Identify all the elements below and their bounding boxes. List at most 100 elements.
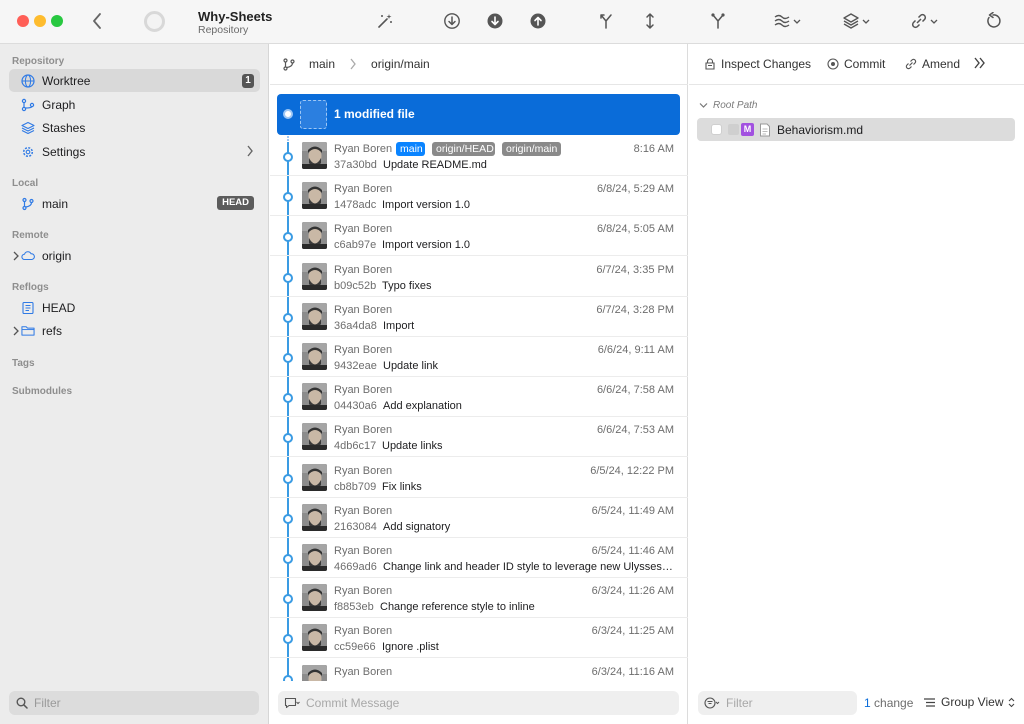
commit-node-icon	[283, 272, 293, 283]
sidebar-item-label: main	[42, 196, 69, 211]
push-icon[interactable]	[528, 10, 548, 32]
section-label-reflogs: Reflogs	[12, 282, 49, 293]
commit-date: 6/8/24, 5:05 AM	[596, 223, 674, 236]
sidebar-item-origin[interactable]: origin	[9, 244, 260, 267]
merge-icon[interactable]	[596, 10, 616, 32]
sidebar-item-label: HEAD	[42, 300, 76, 315]
group-view-button[interactable]: Group View	[923, 695, 1015, 709]
commit-author: Ryan Boren	[334, 183, 393, 196]
commit-message: Import version 1.0	[382, 199, 471, 212]
avatar	[302, 544, 327, 571]
commit-label: Commit	[844, 57, 886, 71]
branch-tag[interactable]: main	[396, 142, 425, 156]
branch-tag[interactable]: origin/HEAD	[432, 142, 495, 156]
log-icon	[21, 301, 35, 315]
commit-author: Ryan Boren	[334, 464, 393, 477]
layers-menu-icon[interactable]	[842, 10, 872, 32]
uncommitted-changes-row[interactable]: 1 modified file	[277, 94, 680, 135]
sidebar-item-graph[interactable]: Graph	[9, 93, 260, 116]
changes-filter-input[interactable]	[726, 696, 846, 710]
avatar	[302, 182, 327, 210]
commit-button[interactable]: Commit	[827, 57, 885, 71]
commit-history-pane: main origin/main 1 modified file Ryan Bo…	[270, 44, 688, 724]
search-icon	[16, 697, 28, 709]
disclosure-chevron-icon[interactable]	[11, 250, 21, 261]
commit-message: Import version 1.0	[382, 239, 471, 252]
inspect-changes-button[interactable]: Inspect Changes	[704, 57, 811, 71]
commit-row[interactable]: Ryan Boren 6/5/24, 11:46 AM 4669ad6 Change …	[270, 538, 688, 578]
commit-row[interactable]: Ryan Boren 6/5/24, 12:22 PM cb8b709 Fix lin…	[270, 458, 688, 498]
fork-icon[interactable]	[708, 10, 728, 32]
disclosure-chevron-icon[interactable]	[11, 325, 21, 336]
commit-date: 6/6/24, 9:11 AM	[597, 344, 674, 356]
more-actions-chevron-icon[interactable]	[973, 57, 987, 69]
branch-split-icon[interactable]	[640, 10, 660, 32]
pull-icon[interactable]	[485, 10, 505, 32]
sidebar-item-settings[interactable]: Settings	[9, 140, 260, 163]
list-icon	[923, 697, 936, 708]
commit-date: 6/3/24, 11:16 AM	[591, 665, 674, 678]
commit-row[interactable]: Ryan Boren 6/6/24, 7:58 AM 04430a6 Add expl…	[270, 377, 688, 418]
sidebar-item-refs[interactable]: refs	[9, 319, 260, 342]
commit-row[interactable]: Ryan Boren 6/5/24, 11:49 AM 2163084 Add sig…	[270, 498, 688, 538]
branch-tag[interactable]: origin/main	[502, 142, 561, 156]
root-path-section[interactable]: Root Path	[699, 100, 757, 111]
chevron-right-icon	[349, 58, 357, 70]
close-window-button[interactable]	[17, 15, 29, 27]
commit-row[interactable]: Ryan Boren 6/3/24, 11:26 AM f8853eb Change …	[270, 578, 688, 619]
commit-row[interactable]: Ryan Boren 6/7/24, 3:28 PM 36a4da8 Import	[270, 297, 688, 337]
sidebar-item-stashes[interactable]: Stashes	[9, 116, 260, 139]
zoom-window-button[interactable]	[51, 15, 63, 27]
sidebar-item-main-branch[interactable]: main HEAD	[9, 192, 260, 215]
link-menu-icon[interactable]	[910, 10, 940, 32]
commit-list: Ryan Boren main origin/HEAD origin/main 8:16…	[270, 136, 688, 681]
refresh-icon[interactable]	[983, 10, 1003, 32]
commit-row[interactable]: Ryan Boren 6/6/24, 9:11 AM 9432eae Update l…	[270, 337, 688, 377]
commit-message: Change reference style to inline	[380, 601, 535, 614]
commit-message: Typo fixes	[382, 279, 432, 292]
filter-icon	[704, 697, 720, 709]
sidebar-item-label: Settings	[42, 144, 86, 159]
stack-icon	[21, 121, 35, 135]
commit-node-icon	[283, 433, 293, 444]
commit-node-icon	[283, 312, 293, 323]
commit-message-input[interactable]	[306, 696, 666, 710]
breadcrumb-local-branch[interactable]: main	[309, 57, 335, 71]
back-chevron-icon[interactable]	[86, 10, 108, 32]
commit-date: 6/3/24, 11:26 AM	[591, 585, 674, 598]
sidebar-item-worktree[interactable]: Worktree 1	[9, 69, 260, 92]
sidebar-filter[interactable]	[9, 691, 259, 715]
changes-filter[interactable]	[698, 691, 857, 715]
commit-row[interactable]: Ryan Boren 6/7/24, 3:35 PM b09c52b Typo fix…	[270, 257, 688, 297]
minimize-window-button[interactable]	[34, 15, 46, 27]
magic-wand-icon[interactable]	[375, 10, 395, 32]
stash-menu-icon[interactable]	[773, 10, 803, 32]
message-bubble-icon	[284, 697, 300, 709]
stage-file-checkbox[interactable]	[711, 124, 722, 135]
branch-breadcrumb: main origin/main	[270, 44, 688, 85]
commit-row[interactable]: Ryan Boren 6/6/24, 7:53 AM 4db6c17 Update l…	[270, 417, 688, 458]
commit-node-icon	[283, 674, 293, 681]
commit-row[interactable]: Ryan Boren main origin/HEAD origin/main 8:16…	[270, 136, 688, 176]
inspect-changes-label: Inspect Changes	[721, 57, 812, 71]
sidebar-item-label: origin	[42, 248, 72, 263]
commit-message-field[interactable]	[278, 691, 679, 715]
fetch-icon[interactable]	[442, 10, 462, 32]
sidebar-item-reflog-head[interactable]: HEAD	[9, 296, 260, 319]
commit-hash: 1478adc	[334, 199, 377, 212]
commit-row[interactable]: Ryan Boren 6/8/24, 5:29 AM 1478adc Import v…	[270, 176, 688, 217]
commit-date: 6/8/24, 5:29 AM	[596, 183, 674, 196]
commit-row[interactable]: Ryan Boren 6/3/24, 11:16 AM	[270, 659, 688, 681]
commit-date: 6/7/24, 3:28 PM	[596, 303, 674, 316]
commit-row[interactable]: Ryan Boren 6/8/24, 5:05 AM c6ab97e Import v…	[270, 216, 688, 257]
commit-hash: 9432eae	[334, 360, 377, 372]
changed-file-row[interactable]: M Behaviorism.md	[697, 118, 1015, 141]
breadcrumb-remote-branch[interactable]: origin/main	[371, 57, 430, 71]
avatar	[302, 302, 327, 330]
sidebar-filter-input[interactable]	[34, 696, 244, 710]
commit-author: Ryan Boren	[334, 625, 393, 638]
wip-node-icon	[283, 109, 293, 119]
amend-button[interactable]: Amend	[905, 57, 960, 71]
commit-row[interactable]: Ryan Boren 6/3/24, 11:25 AM cc59e66 Ignore …	[270, 618, 688, 659]
commit-message: Change link and header ID style to lever…	[383, 561, 674, 573]
